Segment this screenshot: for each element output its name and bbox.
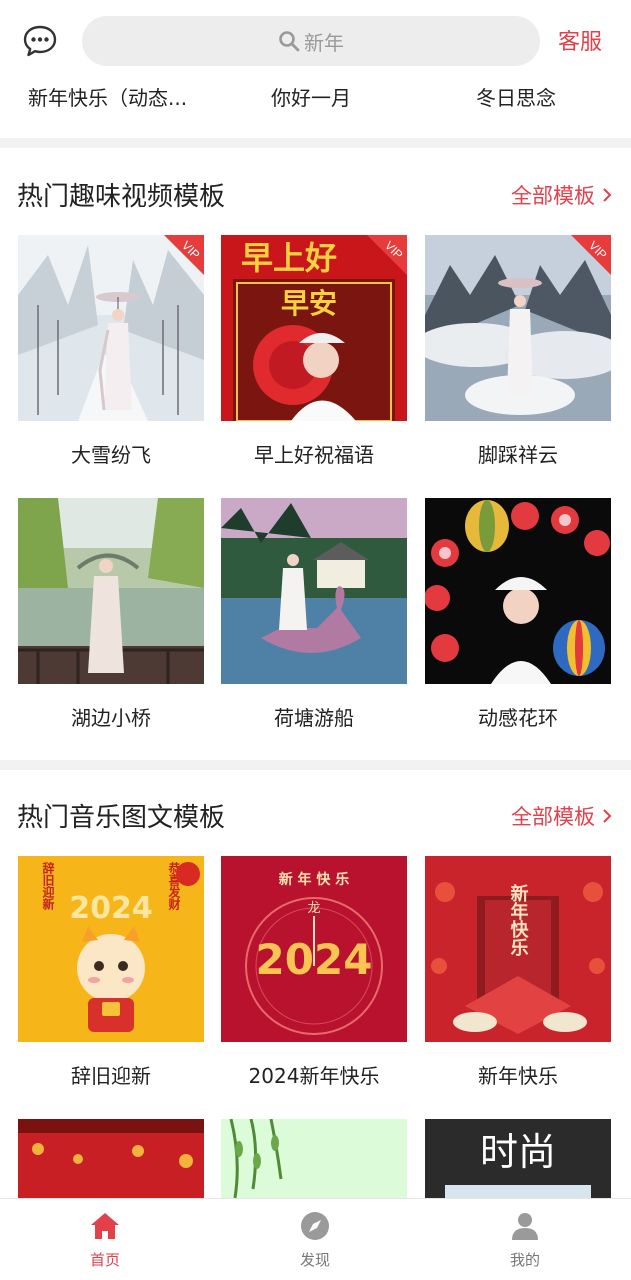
template-card[interactable]: 2024 辞旧迎新 恭喜发财 辞旧迎新 [18,856,204,1089]
template-card[interactable]: 新年快乐 新年快乐 [425,856,611,1089]
user-icon [512,1213,538,1240]
svg-text:早安: 早安 [281,287,337,320]
svg-text:早上好: 早上好 [241,239,337,277]
template-thumbnail [18,1119,204,1198]
template-thumbnail: 早上好 早安 VIP [221,235,407,421]
prev-item-label[interactable]: 新年快乐（动态... [28,82,218,111]
chevron-right-icon [603,188,612,202]
template-title: 脚踩祥云 [478,443,558,467]
template-card[interactable]: 早上好 早安 VIP 早上好祝福语 [221,235,407,468]
template-title: 2024新年快乐 [248,1064,380,1088]
svg-text:新 年 快 乐: 新 年 快 乐 [279,871,350,888]
search-bar[interactable]: 新年 [82,16,540,66]
section-title: 热门音乐图文模板 [17,803,226,833]
template-title: 辞旧迎新 [71,1064,151,1088]
music-template-section: 热门音乐图文模板 全部模板 2024 辞旧迎新 恭喜发财 辞旧迎新 新 年 快 … [0,797,631,1198]
template-thumbnail: VIP [18,235,204,421]
all-templates-label: 全部模板 [511,805,595,829]
bottom-navigation: 首页 发现 我的 [0,1198,631,1280]
all-templates-link[interactable]: 全部模板 [511,801,613,831]
compass-icon [301,1212,329,1240]
search-icon [279,31,300,52]
template-thumbnail [18,498,204,684]
search-placeholder: 新年 [304,30,344,55]
template-card[interactable]: 时尚 [425,1119,611,1198]
vip-badge: VIP [367,235,407,275]
chat-icon[interactable] [22,24,58,58]
template-thumbnail: 新 年 快 乐 龙 2024 [221,856,407,1042]
template-title: 早上好祝福语 [254,443,374,467]
template-card[interactable]: VIP 脚踩祥云 [425,235,611,468]
template-title: 大雪纷飞 [71,443,151,467]
all-templates-label: 全部模板 [511,184,595,208]
header: 新年 客服 [0,0,631,76]
video-template-section: 热门趣味视频模板 全部模板 VIP 大雪纷飞 早上好 早安 VIP 早上好祝福语… [0,176,631,761]
nav-label: 首页 [89,1251,120,1269]
section-title: 热门趣味视频模板 [17,182,226,212]
template-card[interactable] [221,1119,407,1198]
page: 新年 客服 新年快乐（动态... 你好一月 冬日思念 热门趣味视频模板 全部模板 [0,0,631,1280]
template-thumbnail [221,1119,407,1198]
svg-text:辞旧迎新: 辞旧迎新 [41,861,55,911]
template-card[interactable]: VIP 大雪纷飞 [18,235,204,468]
chevron-right-icon [603,809,612,823]
previous-template-row: 新年快乐（动态... 你好一月 冬日思念 [0,78,631,118]
nav-label: 我的 [509,1251,540,1269]
home-icon [91,1213,119,1239]
customer-service-link[interactable]: 客服 [558,24,602,56]
nav-profile[interactable]: 我的 [485,1209,565,1270]
template-thumbnail: VIP [425,235,611,421]
all-templates-link[interactable]: 全部模板 [511,180,613,210]
prev-item-label[interactable]: 冬日思念 [476,82,631,111]
prev-item-label[interactable]: 你好一月 [271,82,461,111]
template-thumbnail [221,498,407,684]
template-title: 新年快乐 [478,1064,558,1088]
template-title: 荷塘游船 [274,706,354,730]
template-card[interactable] [18,1119,204,1198]
template-thumbnail: 时尚 [425,1119,611,1198]
template-card[interactable]: 荷塘游船 [221,498,407,731]
vip-badge: VIP [164,235,204,275]
nav-home[interactable]: 首页 [65,1209,145,1270]
template-card[interactable]: 湖边小桥 [18,498,204,731]
svg-text:时尚: 时尚 [480,1130,556,1174]
template-card[interactable]: 动感花环 [425,498,611,731]
template-thumbnail: 新年快乐 [425,856,611,1042]
nav-discover[interactable]: 发现 [275,1209,355,1270]
vip-badge: VIP [571,235,611,275]
template-card[interactable]: 新 年 快 乐 龙 2024 2024新年快乐 [221,856,407,1089]
svg-text:新年快乐: 新年快乐 [508,883,529,956]
svg-text:龙: 龙 [307,901,320,916]
nav-label: 发现 [299,1251,330,1269]
template-title: 湖边小桥 [71,706,151,730]
section-divider [0,760,631,770]
template-thumbnail [425,498,611,684]
template-title: 动感花环 [478,706,558,730]
template-thumbnail: 2024 辞旧迎新 恭喜发财 [18,856,204,1042]
svg-text:2024: 2024 [69,891,153,926]
section-divider [0,138,631,148]
